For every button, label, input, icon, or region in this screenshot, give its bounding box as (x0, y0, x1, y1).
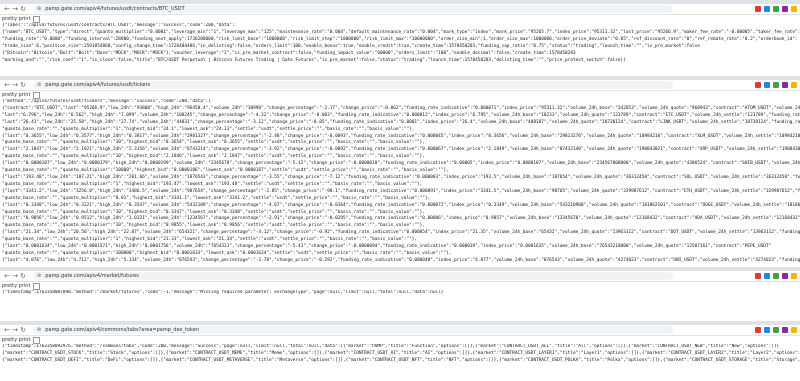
json-body: {"method":"/apiv4/futures/usdt/tickers",… (0, 99, 800, 262)
pretty-print-checkbox[interactable] (33, 282, 41, 290)
json-line: {"last":"0.0001634","low_24h":"0.0001571… (2, 244, 772, 250)
pretty-print-bar: pretty print (0, 91, 800, 99)
json-line: "quanto_base_rate":"","quanto_multiplier… (2, 168, 449, 174)
pretty-print-checkbox[interactable] (33, 336, 41, 344)
extension-icon[interactable] (791, 327, 797, 333)
address-bar[interactable]: ⊜ pamp.gate.com/apiv4/commons/tabs?area=… (33, 326, 673, 334)
extension-icon[interactable] (773, 273, 779, 279)
back-icon[interactable]: ← (3, 5, 11, 13)
pretty-print-checkbox[interactable] (33, 91, 41, 99)
reload-icon[interactable]: ↻ (19, 81, 27, 89)
json-line: {"contract":"BTC_USDT","last":"95266.9",… (2, 105, 800, 111)
json-line: "last":"6.796","low_24h":"6.562","high_2… (2, 112, 800, 118)
extension-icon[interactable] (773, 82, 779, 88)
back-icon[interactable]: ← (3, 272, 11, 280)
pretty-print-label: pretty print (2, 92, 31, 98)
json-line: "last":"26.41","low_24h":"25.58","high_2… (2, 119, 800, 125)
address-url[interactable]: pamp.gate.com/apiv4/commons/tabs?area=pa… (45, 327, 199, 333)
reload-icon[interactable]: ↻ (19, 5, 27, 13)
extensions-area (755, 327, 797, 333)
json-line: {"last":"4.876","low_24h":"4.712","high_… (2, 257, 800, 262)
json-line: {"last":"193.48","low_24h":"187.21","hig… (2, 174, 800, 180)
extensions-area (755, 6, 797, 12)
extension-icon[interactable] (782, 327, 788, 333)
browser-toolbar: ← → ↻ ⊜ pamp.gate.com/apiv4/futures/usdt… (0, 80, 800, 91)
pretty-print-label: pretty print (2, 16, 31, 22)
back-icon[interactable]: ← (3, 81, 11, 89)
address-bar[interactable]: ⊜ pamp.gate.com/apiv4/futures/usdt/contr… (33, 5, 673, 13)
extension-icon[interactable] (773, 6, 779, 12)
extension-icon[interactable] (755, 273, 761, 279)
site-info-icon[interactable]: ⊜ (37, 82, 41, 88)
pretty-print-checkbox[interactable] (33, 15, 41, 23)
json-line: {"Bitcoin":"Bitcoin","Bolt":"Bolt","Base… (2, 50, 576, 56)
json-line: {"timestamp":1763358092976,"method":"/co… (2, 344, 780, 349)
browser-window-contract: ← → ↻ ⊜ pamp.gate.com/apiv4/futures/usdt… (0, 0, 800, 70)
extension-icon[interactable] (755, 82, 761, 88)
extension-icon[interactable] (791, 273, 797, 279)
site-info-icon[interactable]: ⊜ (37, 273, 41, 279)
json-body: {"timestamp":1763358087890,"method":"/ma… (0, 290, 800, 297)
extension-icon[interactable] (791, 82, 797, 88)
extension-icon[interactable] (755, 6, 761, 12)
extension-icon[interactable] (773, 327, 779, 333)
json-line: "quanto_base_rate":"","quanto_multiplier… (2, 181, 423, 187)
json-line: "quanto_base_rate":"","quanto_multiplier… (2, 250, 452, 256)
json-line: "marking_and":"","risk_coef":"1","is_clo… (2, 57, 626, 63)
extension-icon[interactable] (782, 82, 788, 88)
json-line: {"last":"3341.2","low_24h":"3256.8","hig… (2, 188, 800, 194)
json-line: {"market":"CONTRACT_USDT_DEFI","title":"… (2, 357, 800, 363)
json-body: {"timestamp":1763358092976,"method":"/co… (0, 344, 800, 365)
address-url[interactable]: pamp.gate.com/apiv4/market/futures (45, 273, 139, 279)
json-line: {"last":"0.3348","low_24h":"0.3221","hig… (2, 202, 800, 208)
json-line: "quanto_base_rate":"","quanto_multiplier… (2, 195, 431, 201)
json-line: {"market":"CONTRACT_USDT_STOCK","title":… (2, 350, 800, 356)
extension-icon[interactable] (764, 6, 770, 12)
extension-icon[interactable] (791, 6, 797, 12)
pretty-print-bar: pretty print (0, 282, 800, 290)
extension-icon[interactable] (764, 273, 770, 279)
extension-icon[interactable] (764, 82, 770, 88)
reload-icon[interactable]: ↻ (19, 326, 27, 334)
address-bar[interactable]: ⊜ pamp.gate.com/apiv4/market/futures (33, 272, 673, 280)
reload-icon[interactable]: ↻ (19, 272, 27, 280)
json-line: {"timestamp":1763358087890,"method":"/ma… (2, 290, 444, 295)
site-info-icon[interactable]: ⊜ (37, 6, 41, 12)
site-info-icon[interactable]: ⊜ (37, 327, 41, 333)
browser-window-market-futures: ← → ↻ ⊜ pamp.gate.com/apiv4/market/futur… (0, 267, 800, 311)
forward-icon[interactable]: → (11, 326, 19, 334)
extensions-area (755, 82, 797, 88)
extension-icon[interactable] (764, 327, 770, 333)
back-icon[interactable]: ← (3, 326, 11, 334)
json-line: "quanto_base_rate":"","quanto_multiplier… (2, 126, 415, 132)
browser-window-tickers: ← → ↻ ⊜ pamp.gate.com/apiv4/futures/usdt… (0, 76, 800, 262)
pretty-print-bar: pretty print (0, 336, 800, 344)
json-line: {"method":"/apiv4/futures/usdt/tickers",… (2, 99, 211, 104)
address-bar[interactable]: ⊜ pamp.gate.com/apiv4/futures/usdt/ticke… (33, 81, 673, 89)
json-body: {"label":"/apiv4/futures/usdt/contracts/… (0, 23, 800, 64)
pretty-print-label: pretty print (2, 283, 31, 289)
json-line: "trade_size":6,"position_size":259185486… (2, 43, 700, 49)
json-line: "quanto_base_rate":"","quanto_multiplier… (2, 237, 418, 243)
extension-icon[interactable] (782, 6, 788, 12)
pretty-print-bar: pretty print (0, 15, 800, 23)
forward-icon[interactable]: → (11, 81, 19, 89)
address-url[interactable]: pamp.gate.com/apiv4/futures/usdt/contrac… (45, 6, 185, 12)
browser-window-commons-tabs: ← → ↻ ⊜ pamp.gate.com/apiv4/commons/tabs… (0, 321, 800, 381)
pretty-print-label: pretty print (2, 337, 31, 343)
json-line: {"label":"/apiv4/futures/usdt/contracts/… (2, 23, 235, 28)
extension-icon[interactable] (755, 327, 761, 333)
browser-toolbar: ← → ↻ ⊜ pamp.gate.com/apiv4/commons/tabs… (0, 325, 800, 336)
json-line: "funding_rate":"0.0000","funding_interva… (2, 36, 798, 42)
address-url[interactable]: pamp.gate.com/apiv4/futures/usdt/tickers (45, 82, 150, 88)
browser-toolbar: ← → ↻ ⊜ pamp.gate.com/apiv4/futures/usdt… (0, 4, 800, 15)
extension-icon[interactable] (782, 273, 788, 279)
json-line: {"name":"BTC_USDT","type":"direct","quan… (2, 29, 800, 35)
extensions-area (755, 273, 797, 279)
browser-toolbar: ← → ↻ ⊜ pamp.gate.com/apiv4/market/futur… (0, 271, 800, 282)
forward-icon[interactable]: → (11, 272, 19, 280)
forward-icon[interactable]: → (11, 5, 19, 13)
